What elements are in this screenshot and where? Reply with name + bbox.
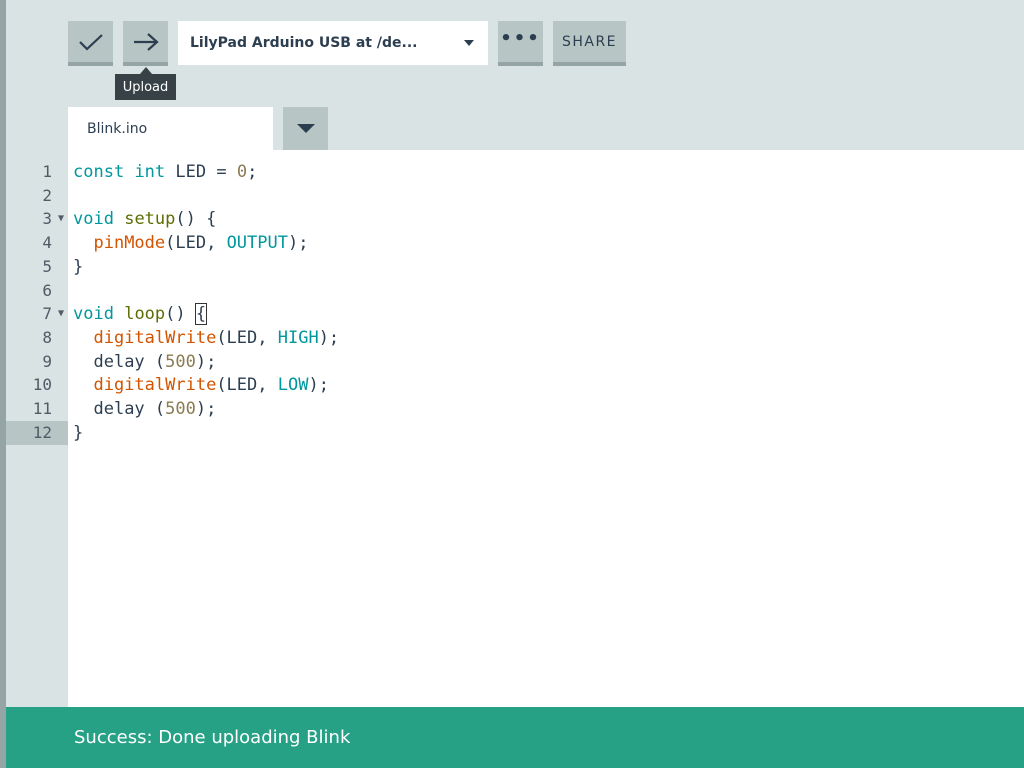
board-selector[interactable]: LilyPad Arduino USB at /de... [178, 21, 488, 65]
arrow-right-icon [133, 32, 159, 51]
code-line[interactable]: delay (500); [73, 350, 216, 374]
code-line[interactable]: digitalWrite(LED, LOW); [73, 373, 328, 397]
app-window: LilyPad Arduino USB at /de... ••• SHARE … [0, 0, 1024, 768]
code-line[interactable]: digitalWrite(LED, HIGH); [73, 326, 339, 350]
line-number: 10 [32, 375, 52, 394]
share-button[interactable]: SHARE [553, 21, 626, 66]
board-selector-label: LilyPad Arduino USB at /de... [190, 35, 418, 51]
line-number: 3 ▼ [6, 207, 68, 231]
line-number: 7 ▼ [6, 302, 68, 326]
code-line[interactable]: delay (500); [73, 397, 216, 421]
code-line[interactable]: void loop() { [73, 302, 208, 326]
fold-toggle-icon[interactable]: ▼ [58, 207, 64, 231]
code-line[interactable]: } [73, 255, 83, 279]
code-line[interactable]: pinMode(LED, OUTPUT); [73, 231, 308, 255]
line-number: 2 [42, 186, 52, 205]
fold-toggle-icon[interactable]: ▼ [58, 302, 64, 326]
line-number: 5 [42, 257, 52, 276]
text-cursor: { [194, 303, 208, 325]
line-number: 6 [42, 281, 52, 300]
upload-button[interactable] [123, 21, 168, 66]
upload-tooltip: Upload [115, 74, 176, 100]
tab-menu-button[interactable] [283, 107, 328, 150]
line-number: 9 [42, 352, 52, 371]
checkmark-icon [78, 33, 103, 51]
more-dots-icon: ••• [500, 27, 541, 49]
line-number: 4 [42, 233, 52, 252]
code-line[interactable]: } [73, 421, 83, 445]
tooltip-arrow [140, 67, 152, 74]
status-bar: Success: Done uploading Blink [6, 707, 1024, 768]
status-message: Success: Done uploading Blink [74, 727, 351, 748]
line-number: 8 [42, 328, 52, 347]
more-options-button[interactable]: ••• [498, 21, 543, 66]
line-number: 11 [32, 399, 52, 418]
caret-down-icon [296, 124, 315, 133]
tab-blink-ino[interactable]: Blink.ino [68, 107, 273, 150]
code-line[interactable]: const int LED = 0; [73, 160, 257, 184]
line-number: 1 [42, 162, 52, 181]
code-line[interactable]: void setup() { [73, 207, 216, 231]
verify-button[interactable] [68, 21, 113, 66]
line-number-active: 12 [6, 421, 68, 445]
chevron-down-icon [464, 40, 474, 46]
